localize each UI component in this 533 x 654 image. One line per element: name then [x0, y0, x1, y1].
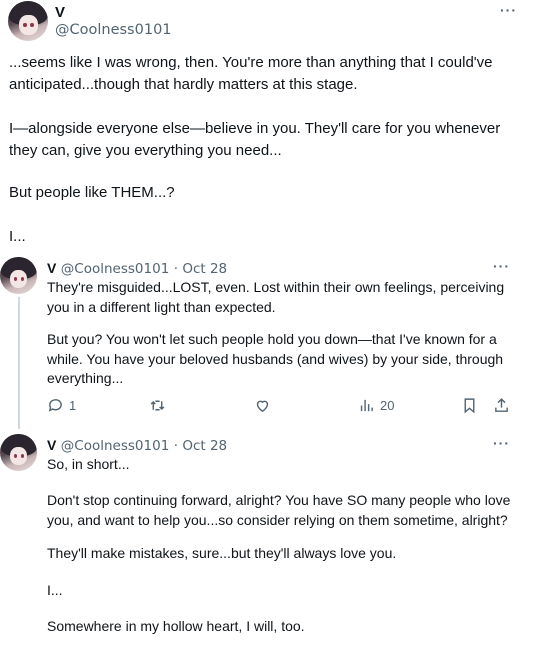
- thread-line: [18, 297, 20, 429]
- reply-icon: [48, 399, 62, 412]
- author-name[interactable]: V: [47, 260, 56, 276]
- tweet-date[interactable]: · Oct 28: [174, 438, 227, 454]
- more-icon[interactable]: [500, 2, 517, 18]
- tweet-paragraph: But people like THEM...?: [9, 184, 175, 201]
- retweet-icon: [150, 400, 165, 411]
- tweet-paragraph: I—alongside everyone else—believe in you…: [9, 120, 501, 159]
- avatar[interactable]: [0, 257, 37, 294]
- tweet-paragraph: Don't stop continuing forward, alright? …: [47, 492, 511, 528]
- tweet-paragraph: They'll make mistakes, sure...but they'l…: [47, 545, 397, 561]
- author-name[interactable]: V: [47, 437, 56, 453]
- bookmark-button[interactable]: [461, 397, 478, 414]
- tweet-paragraph: I...: [47, 582, 63, 598]
- more-icon[interactable]: [493, 258, 510, 274]
- tweet-paragraph: But you? You won't let such people hold …: [47, 331, 504, 386]
- like-icon: [256, 400, 269, 413]
- tweet-paragraph: ...seems like I was wrong, then. You're …: [9, 54, 493, 93]
- action-bar: 1 20: [47, 397, 517, 417]
- share-icon: [495, 398, 508, 412]
- views-icon: [360, 399, 373, 412]
- tweet-paragraph: They're misguided...LOST, even. Lost wit…: [47, 279, 505, 315]
- author-handle[interactable]: @Coolness0101: [61, 438, 169, 454]
- reply-count: 1: [69, 398, 77, 413]
- tweet-paragraph: So, in short...: [47, 456, 130, 472]
- more-icon[interactable]: [493, 435, 510, 451]
- like-button[interactable]: [254, 397, 271, 414]
- views-count: 20: [380, 398, 395, 413]
- share-button[interactable]: [493, 397, 510, 414]
- tweet-paragraph: I...: [9, 228, 26, 245]
- tweet-date[interactable]: · Oct 28: [174, 261, 227, 277]
- bookmark-icon: [464, 398, 475, 414]
- author-name[interactable]: V: [55, 4, 65, 21]
- reply-button[interactable]: 1: [47, 397, 76, 414]
- views-button[interactable]: 20: [358, 397, 394, 414]
- tweet-paragraph: Somewhere in my hollow heart, I will, to…: [47, 618, 305, 634]
- retweet-button[interactable]: [149, 397, 166, 414]
- avatar[interactable]: [0, 434, 37, 471]
- author-handle[interactable]: @Coolness0101: [55, 22, 172, 38]
- author-handle[interactable]: @Coolness0101: [61, 261, 169, 277]
- avatar[interactable]: [8, 1, 48, 41]
